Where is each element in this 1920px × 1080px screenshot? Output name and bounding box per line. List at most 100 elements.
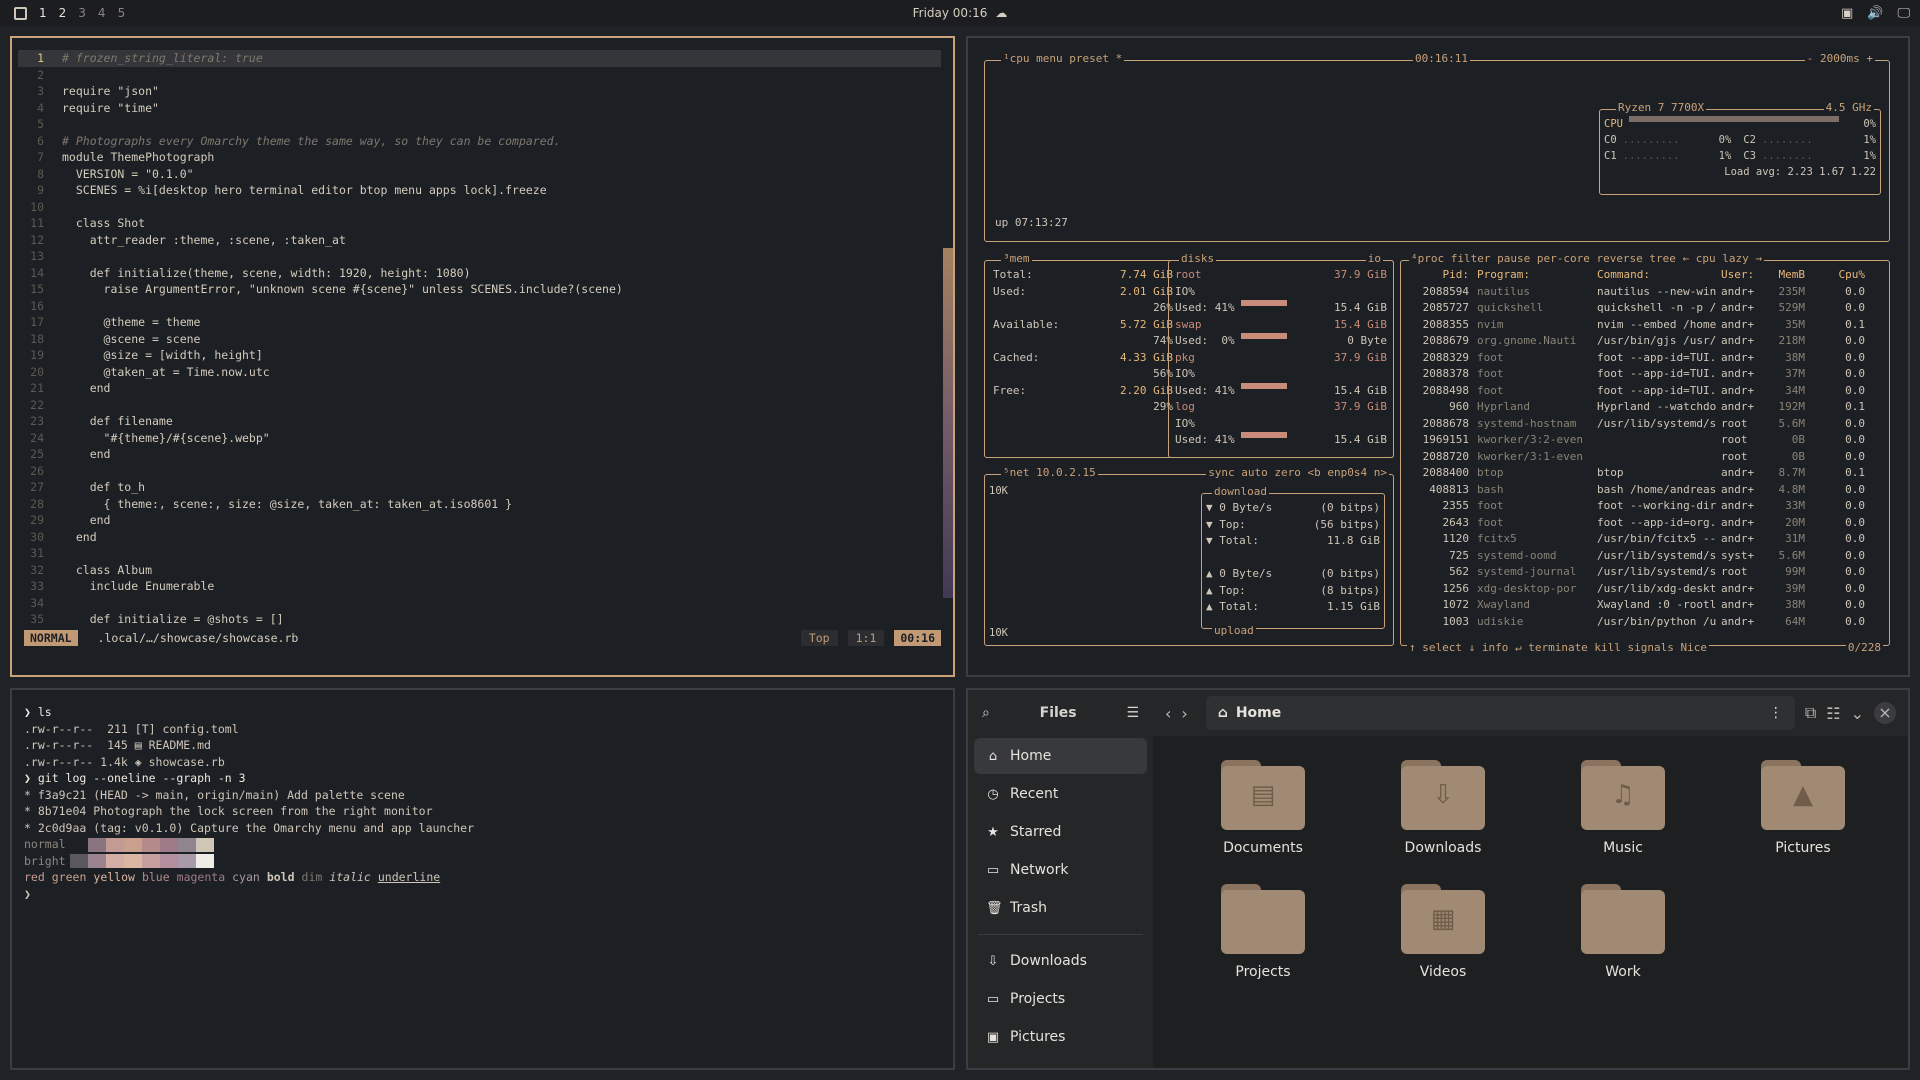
editor-scrollbar[interactable]: [943, 248, 953, 598]
folder-videos[interactable]: ▦ Videos: [1353, 884, 1533, 980]
proc-header[interactable]: Pid:: [1407, 267, 1470, 284]
proc-row[interactable]: 2088355 nvim nvim --embed /home andr+ 35M 0.1: [1407, 317, 1879, 334]
back-icon[interactable]: ‹: [1165, 704, 1171, 723]
proc-row[interactable]: 2643 foot foot --app-id=org. andr+ 20M 0.0: [1407, 515, 1879, 532]
proc-row[interactable]: 2088679 org.gnome.Nauti/usr/bin/gjs /usr/…: [1407, 333, 1879, 350]
workspace-3[interactable]: 3: [78, 6, 86, 20]
sidebar-item-starred[interactable]: ★ Starred: [974, 814, 1147, 850]
folder-pictures[interactable]: ▲ Pictures: [1713, 760, 1893, 856]
proc-cell: 34M: [1785, 383, 1805, 397]
refresh-ms[interactable]: - 2000ms +: [1804, 52, 1875, 65]
proc-row[interactable]: 2355 foot foot --working-dir andr+ 33M 0.0: [1407, 498, 1879, 515]
proc-row[interactable]: 562 systemd-journal/usr/lib/systemd/s root…: [1407, 564, 1879, 581]
workspace-1[interactable]: 1: [39, 6, 47, 20]
btop-pane[interactable]: ¹cpu menu preset * 00:16:11 - 2000ms + u…: [966, 36, 1910, 677]
proc-header[interactable]: Cpu%: [1805, 267, 1866, 284]
search-icon[interactable]: ⌕: [982, 705, 990, 721]
code-line: 26: [18, 463, 941, 480]
net-row: ▼ 0 Byte/s (0 bitps): [1206, 500, 1380, 517]
volume-icon[interactable]: 🔊: [1867, 6, 1883, 21]
workspace-5[interactable]: 5: [118, 6, 126, 20]
clock[interactable]: Friday 00:16 ☁: [913, 6, 1008, 20]
disk-value: 15.4 GiB: [1334, 433, 1387, 446]
proc-cell: fcitx5: [1477, 532, 1517, 545]
proc-cell: andr+: [1721, 614, 1755, 628]
proc-row[interactable]: 2088400 btop btop andr+ 8.7M 0.1: [1407, 465, 1879, 482]
net-row: ▼ Top: (56 bitps): [1206, 517, 1380, 534]
proc-header[interactable]: MemB: [1765, 267, 1806, 284]
bookmark-downloads[interactable]: ⇩ Downloads: [974, 943, 1147, 979]
proc-options[interactable]: filter pause per-core reverse tree ← cpu…: [1451, 252, 1762, 265]
view-list-icon[interactable]: ☷: [1826, 704, 1840, 723]
proc-header[interactable]: Program:: [1469, 267, 1589, 284]
proc-row[interactable]: 2088378 foot foot --app-id=TUI. andr+ 37M 0.0: [1407, 366, 1879, 383]
bookmark-pictures[interactable]: ▣ Pictures: [974, 1019, 1147, 1055]
proc-title: ⁴proc: [1411, 252, 1445, 265]
proc-row[interactable]: 1003 udiskie/usr/bin/python /u andr+ 64M 0.0: [1407, 614, 1879, 631]
line-number: 27: [30, 480, 44, 494]
folder-music[interactable]: ♫ Music: [1533, 760, 1713, 856]
proc-header[interactable]: Command:: [1589, 267, 1721, 284]
proc-cell: 99M: [1785, 565, 1805, 578]
proc-row[interactable]: 725 systemd-oomd/usr/lib/systemd/s syst+ 5.…: [1407, 548, 1879, 565]
disks-title: disks: [1179, 252, 1217, 265]
code-line: 13: [18, 248, 941, 265]
sidebar-item-network[interactable]: ▭ Network: [974, 852, 1147, 888]
proc-cell: 2088355: [1422, 317, 1469, 331]
path-menu-icon[interactable]: ⋮: [1769, 705, 1783, 721]
terminal-pane[interactable]: ❯ ls .rw-r--r-- 211 [T] config.toml .rw-r-…: [10, 688, 955, 1070]
terminal-output[interactable]: ❯ ls .rw-r--r-- 211 [T] config.toml .rw-r-…: [24, 704, 941, 902]
code-line: 34: [18, 595, 941, 612]
chevron-down-icon[interactable]: ⌄: [1851, 704, 1864, 723]
proc-row[interactable]: 2088329 foot foot --app-id=TUI. andr+ 38M 0.0: [1407, 350, 1879, 367]
proc-cell: bash: [1477, 482, 1504, 496]
proc-row[interactable]: 1969151 kworker/3:2-even root 0B 0.0: [1407, 432, 1879, 449]
editor-pane[interactable]: 1 # frozen_string_literal: true 2 3 require …: [10, 36, 955, 677]
sidebar-item-home[interactable]: ⌂ Home: [974, 738, 1147, 774]
display-icon[interactable]: 🖵: [1897, 6, 1910, 21]
proc-row[interactable]: 2088498 foot foot --app-id=TUI. andr+ 34M 0.0: [1407, 383, 1879, 400]
forward-icon[interactable]: ›: [1181, 704, 1187, 723]
menu-tab[interactable]: menu: [1036, 52, 1063, 65]
folder-documents[interactable]: ▤ Documents: [1173, 760, 1353, 856]
launcher-icon[interactable]: [14, 6, 27, 20]
folder-projects[interactable]: Projects: [1173, 884, 1353, 980]
workspace-4[interactable]: 4: [98, 6, 106, 20]
proc-header[interactable]: User:: [1721, 267, 1765, 284]
workspace-2[interactable]: 2: [59, 6, 67, 20]
folder-icon: [1221, 884, 1305, 954]
screen-icon[interactable]: ▣: [1841, 6, 1853, 21]
proc-row[interactable]: 2088594 nautilus nautilus --new-win andr+ 23…: [1407, 284, 1879, 301]
folder-work[interactable]: Work: [1533, 884, 1713, 980]
proc-row[interactable]: 960 Hyprland Hyprland --watchdo andr+ 192M 0.…: [1407, 399, 1879, 416]
files-window[interactable]: ⌕ Files ☰ ⌂ Home ◷ Recent ★ Starred ▭ Network 🗑 T…: [966, 688, 1910, 1070]
documents-glyph-icon: ▤: [1250, 780, 1276, 810]
proc-footer[interactable]: ↑ select ↓ info ↵ terminate kill signals…: [1407, 641, 1710, 654]
proc-row[interactable]: 2085727 quickshell quickshell -n -p / andr+…: [1407, 300, 1879, 317]
proc-row[interactable]: 2088678 systemd-hostnam/usr/lib/systemd/s…: [1407, 416, 1879, 433]
style-word: cyan: [232, 870, 260, 884]
terminal-prompt[interactable]: ❯: [24, 886, 941, 903]
proc-row[interactable]: 408813 bash bash /home/andreas andr+ 4.8M 0.0: [1407, 482, 1879, 499]
path-bar[interactable]: ⌂ Home ⋮: [1205, 696, 1795, 730]
proc-row[interactable]: 2088720 kworker/3:1-even root 0B 0.0: [1407, 449, 1879, 466]
cpu-title: ¹cpu: [1003, 52, 1030, 65]
proc-row[interactable]: 1120 fcitx5/usr/bin/fcitx5 -- andr+ 31M 0.0: [1407, 531, 1879, 548]
net-options[interactable]: sync auto zero <b enp0s4 n>: [1206, 466, 1389, 479]
mem-row: Available: 5.72 GiB: [993, 317, 1173, 334]
sidebar-item-recent[interactable]: ◷ Recent: [974, 776, 1147, 812]
terminal-line: ❯ ls: [24, 705, 52, 719]
bookmark-projects[interactable]: ▭ Projects: [974, 981, 1147, 1017]
proc-row[interactable]: 1072 Xwayland Xwayland :0 -rootl andr+ 38M 0.…: [1407, 597, 1879, 614]
sidebar-item-trash[interactable]: 🗑 Trash: [974, 890, 1147, 926]
preset-tab[interactable]: preset *: [1069, 52, 1122, 65]
proc-cell: foot --app-id=org.: [1597, 515, 1717, 529]
hamburger-menu-icon[interactable]: ☰: [1126, 705, 1139, 721]
new-window-icon[interactable]: ⧉: [1805, 703, 1816, 723]
proc-cell: [1589, 432, 1721, 449]
close-icon[interactable]: ×: [1874, 702, 1896, 724]
proc-row[interactable]: 1256 xdg-desktop-por/usr/lib/xdg-deskt and…: [1407, 581, 1879, 598]
proc-cell: 0B: [1791, 449, 1805, 463]
folder-downloads[interactable]: ⇩ Downloads: [1353, 760, 1533, 856]
editor-buffer[interactable]: 1 # frozen_string_literal: true 2 3 require …: [18, 50, 941, 628]
